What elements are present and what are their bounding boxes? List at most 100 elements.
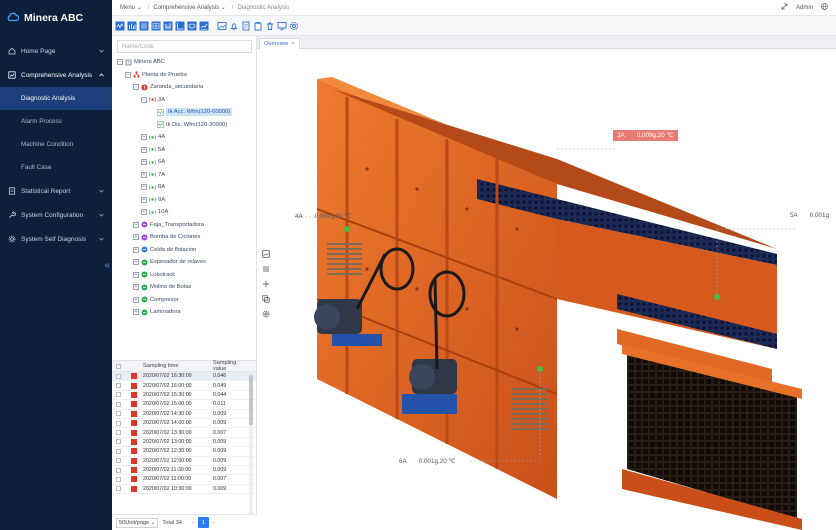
- sensor-label-6a[interactable]: 6A 0.001g,20 ℃: [399, 458, 456, 465]
- orbit-chart-icon[interactable]: [187, 20, 197, 31]
- row-checkbox[interactable]: [112, 411, 124, 417]
- nav-item-statistical-report[interactable]: Statistical Report: [0, 179, 112, 203]
- waveform-chart-icon[interactable]: [115, 20, 125, 31]
- collapse-node-icon[interactable]: −: [125, 71, 131, 78]
- tree-search-input[interactable]: [117, 40, 252, 53]
- row-checkbox[interactable]: [112, 458, 124, 464]
- table-row[interactable]: 2020/07/02 14:30:00 0.009: [112, 410, 256, 419]
- tree-node[interactable]: +8A: [117, 181, 255, 194]
- breadcrumb-menu[interactable]: Menu ⌄: [120, 4, 142, 12]
- expand-node-icon[interactable]: +: [141, 134, 147, 141]
- sensor-label-5a[interactable]: 5A 0.001g: [790, 212, 829, 219]
- expand-node-icon[interactable]: +: [133, 296, 139, 303]
- header-sampling-value[interactable]: Sampling value: [213, 360, 251, 372]
- tree-node[interactable]: + Molino de Bolas: [117, 281, 255, 294]
- document-icon[interactable]: [241, 20, 251, 31]
- tree-node[interactable]: − Zaranda_secundaria: [117, 81, 255, 94]
- tree-node[interactable]: − Planta de Prueba: [117, 69, 255, 82]
- table-row[interactable]: 2020/07/02 12:30:00 0.009: [112, 447, 256, 457]
- expand-node-icon[interactable]: +: [141, 209, 147, 216]
- settings-icon[interactable]: [289, 20, 299, 31]
- table-row[interactable]: 2020/07/02 16:30:00 0.046: [112, 372, 256, 382]
- image-export-icon[interactable]: [261, 249, 270, 258]
- bell-icon[interactable]: [229, 20, 239, 31]
- row-checkbox[interactable]: [112, 467, 124, 473]
- tree-node[interactable]: + Celda de flotacion: [117, 244, 255, 257]
- tree-node[interactable]: + Faja_Transportadora: [117, 219, 255, 232]
- select-all-checkbox[interactable]: [112, 363, 124, 369]
- prev-page-icon[interactable]: ‹: [192, 520, 194, 526]
- copy-icon[interactable]: [261, 294, 270, 303]
- expand-node-icon[interactable]: +: [141, 171, 147, 178]
- user-name[interactable]: Admin: [796, 5, 813, 11]
- table-chart-icon[interactable]: [151, 20, 161, 31]
- table-row[interactable]: 2020/07/02 16:00:00 0.049: [112, 381, 256, 391]
- clipboard-icon[interactable]: [253, 20, 263, 31]
- tree-node[interactable]: − Minera ABC: [117, 56, 255, 69]
- table-row[interactable]: 2020/07/02 11:00:00 0.007: [112, 475, 256, 485]
- tree-node[interactable]: Ik Acc. Wfm(120-60000): [117, 106, 255, 119]
- collapse-node-icon[interactable]: −: [117, 59, 123, 66]
- axis-chart-icon[interactable]: [175, 20, 185, 31]
- row-checkbox[interactable]: [112, 486, 124, 492]
- scrollbar-thumb[interactable]: [249, 375, 253, 425]
- trash-icon[interactable]: [265, 20, 275, 31]
- tree-node[interactable]: − 3A: [117, 94, 255, 107]
- tree-node[interactable]: +4A: [117, 131, 255, 144]
- nav-item-system-configuration[interactable]: System Configuration: [0, 203, 112, 227]
- page-number[interactable]: 1: [197, 517, 209, 528]
- row-checkbox[interactable]: [112, 383, 124, 389]
- expand-node-icon[interactable]: +: [141, 146, 147, 153]
- table-scrollbar[interactable]: [249, 375, 253, 515]
- table-row[interactable]: 2020/07/02 12:00:00 0.009: [112, 457, 256, 466]
- table-row[interactable]: 2020/07/02 10:30:00 0.009: [112, 485, 256, 495]
- row-checkbox[interactable]: [112, 439, 124, 445]
- collapse-node-icon[interactable]: −: [133, 84, 139, 91]
- tree-node[interactable]: + Lokotrack: [117, 269, 255, 282]
- table-row[interactable]: 2020/07/02 15:00:00 0.011: [112, 400, 256, 410]
- row-checkbox[interactable]: [112, 373, 124, 379]
- row-checkbox[interactable]: [112, 476, 124, 482]
- nav-sub-alarm-process[interactable]: Alarm Process: [0, 110, 112, 133]
- expand-node-icon[interactable]: +: [141, 184, 147, 191]
- page-size-select[interactable]: 50Unit/page ⌄: [116, 517, 159, 528]
- collapse-sidebar-icon[interactable]: «: [104, 260, 110, 271]
- list-icon[interactable]: [261, 264, 270, 273]
- table-row[interactable]: 2020/07/02 15:30:00 0.044: [112, 391, 256, 401]
- tree-node[interactable]: +5A: [117, 144, 255, 157]
- tree-node[interactable]: + Compresor: [117, 294, 255, 307]
- expand-node-icon[interactable]: +: [141, 196, 147, 203]
- tree-node[interactable]: Ik Dis. Wfm(120-30000): [117, 119, 255, 132]
- tree-node[interactable]: + Bomba de Ciclones: [117, 231, 255, 244]
- table-row[interactable]: 2020/07/02 13:30:00 0.007: [112, 428, 256, 438]
- row-checkbox[interactable]: [112, 401, 124, 407]
- trend-chart-icon[interactable]: [139, 20, 149, 31]
- tree-node[interactable]: +10A: [117, 206, 255, 219]
- bar-chart-icon[interactable]: [163, 20, 173, 31]
- expand-node-icon[interactable]: +: [133, 246, 139, 253]
- spectrum-chart-icon[interactable]: [127, 20, 137, 31]
- row-checkbox[interactable]: [112, 430, 124, 436]
- row-checkbox[interactable]: [112, 392, 124, 398]
- tab-overview[interactable]: Overview ×: [259, 38, 300, 49]
- waterfall-chart-icon[interactable]: [199, 20, 209, 31]
- table-row[interactable]: 2020/07/02 11:30:00 0.009: [112, 466, 256, 476]
- expand-node-icon[interactable]: +: [133, 259, 139, 266]
- sensor-label-4a[interactable]: 4A 0.001g,20 ℃: [295, 213, 352, 220]
- tree-node[interactable]: + Laminadora: [117, 306, 255, 319]
- row-checkbox[interactable]: [112, 420, 124, 426]
- nav-sub-fault-case[interactable]: Fault Case: [0, 156, 112, 179]
- settings-icon[interactable]: [261, 309, 270, 318]
- expand-node-icon[interactable]: +: [141, 159, 147, 166]
- globe-icon[interactable]: [821, 3, 828, 12]
- header-sampling-time[interactable]: Sampling time: [143, 363, 213, 369]
- tree-node[interactable]: +7A: [117, 169, 255, 182]
- nav-item-home[interactable]: Home Page: [0, 39, 112, 63]
- expand-node-icon[interactable]: +: [133, 221, 139, 228]
- table-row[interactable]: 2020/07/02 13:00:00 0.009: [112, 438, 256, 448]
- tree-node[interactable]: + Espesador de relaves: [117, 256, 255, 269]
- move-icon[interactable]: [261, 279, 270, 288]
- close-icon[interactable]: ×: [291, 41, 294, 47]
- nav-item-comprehensive-analysis[interactable]: Comprehensive Analysis: [0, 63, 112, 87]
- nav-sub-machine-condition[interactable]: Machine Condition: [0, 133, 112, 156]
